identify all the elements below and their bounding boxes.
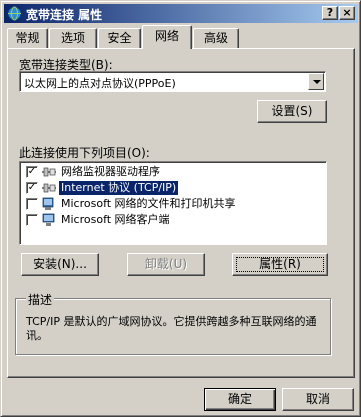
tab-security[interactable]: 安全: [98, 28, 141, 48]
network-client-icon: [42, 213, 55, 226]
settings-button[interactable]: 设置(S): [257, 100, 327, 123]
properties-dialog: 宽带连接 属性 ? × 常规 选项 安全 网络 高级 宽带连接类型(B): 以太…: [0, 0, 361, 417]
list-item-label: Internet 协议 (TCP/IP): [59, 181, 179, 195]
close-button[interactable]: ×: [339, 6, 355, 20]
components-list[interactable]: ✓ 网络监视器驱动程序 ✓ Internet 协议 (TCP/IP) Micro…: [19, 161, 327, 245]
list-item-label: 网络监视器驱动程序: [61, 165, 160, 178]
checkbox[interactable]: ✓: [26, 182, 38, 194]
tab-networking[interactable]: 网络: [142, 25, 192, 49]
cancel-button[interactable]: 取消: [282, 388, 354, 411]
ok-button[interactable]: 确定: [204, 388, 276, 411]
checkbox[interactable]: [26, 198, 38, 210]
window-title: 宽带连接 属性: [26, 8, 103, 22]
title-bar[interactable]: 宽带连接 属性 ? ×: [4, 4, 358, 23]
checkbox[interactable]: [26, 214, 38, 226]
description-group: 描述 TCP/IP 是默认的广域网协议。它提供跨越多种互联网络的通讯。: [15, 291, 331, 355]
dropdown-arrow-icon[interactable]: [308, 73, 324, 90]
checkbox[interactable]: ✓: [26, 166, 38, 178]
connection-type-select[interactable]: 以太网上的点对点协议(PPPoE): [19, 71, 326, 92]
list-item[interactable]: ✓ 网络监视器驱动程序: [22, 164, 324, 180]
tab-general[interactable]: 常规: [7, 28, 48, 48]
file-printer-sharing-icon: [42, 197, 54, 210]
list-item[interactable]: Microsoft 网络的文件和打印机共享: [22, 196, 324, 212]
list-item[interactable]: Microsoft 网络客户端: [22, 212, 324, 228]
properties-button[interactable]: 属性(R): [232, 253, 328, 276]
focus-rectangle: [236, 257, 324, 272]
help-button[interactable]: ?: [322, 6, 338, 20]
description-title: 描述: [26, 291, 55, 308]
install-button[interactable]: 安装(N)...: [21, 253, 99, 276]
tab-advanced[interactable]: 高级: [193, 28, 239, 48]
list-item-label: Microsoft 网络客户端: [61, 213, 170, 226]
tab-options[interactable]: 选项: [49, 28, 97, 48]
description-text: TCP/IP 是默认的广域网协议。它提供跨越多种互联网络的通讯。: [26, 315, 317, 342]
protocol-icon: [42, 183, 56, 193]
items-label: 此连接使用下列项目(O):: [19, 146, 150, 160]
network-monitor-icon: [42, 167, 56, 177]
connection-type-value: 以太网上的点对点协议(PPPoE): [24, 77, 176, 90]
uninstall-button[interactable]: 卸载(U): [127, 253, 205, 276]
list-item-label: Microsoft 网络的文件和打印机共享: [61, 197, 236, 210]
network-connection-icon: [7, 6, 22, 21]
list-item-selected[interactable]: ✓ Internet 协议 (TCP/IP): [22, 180, 324, 196]
